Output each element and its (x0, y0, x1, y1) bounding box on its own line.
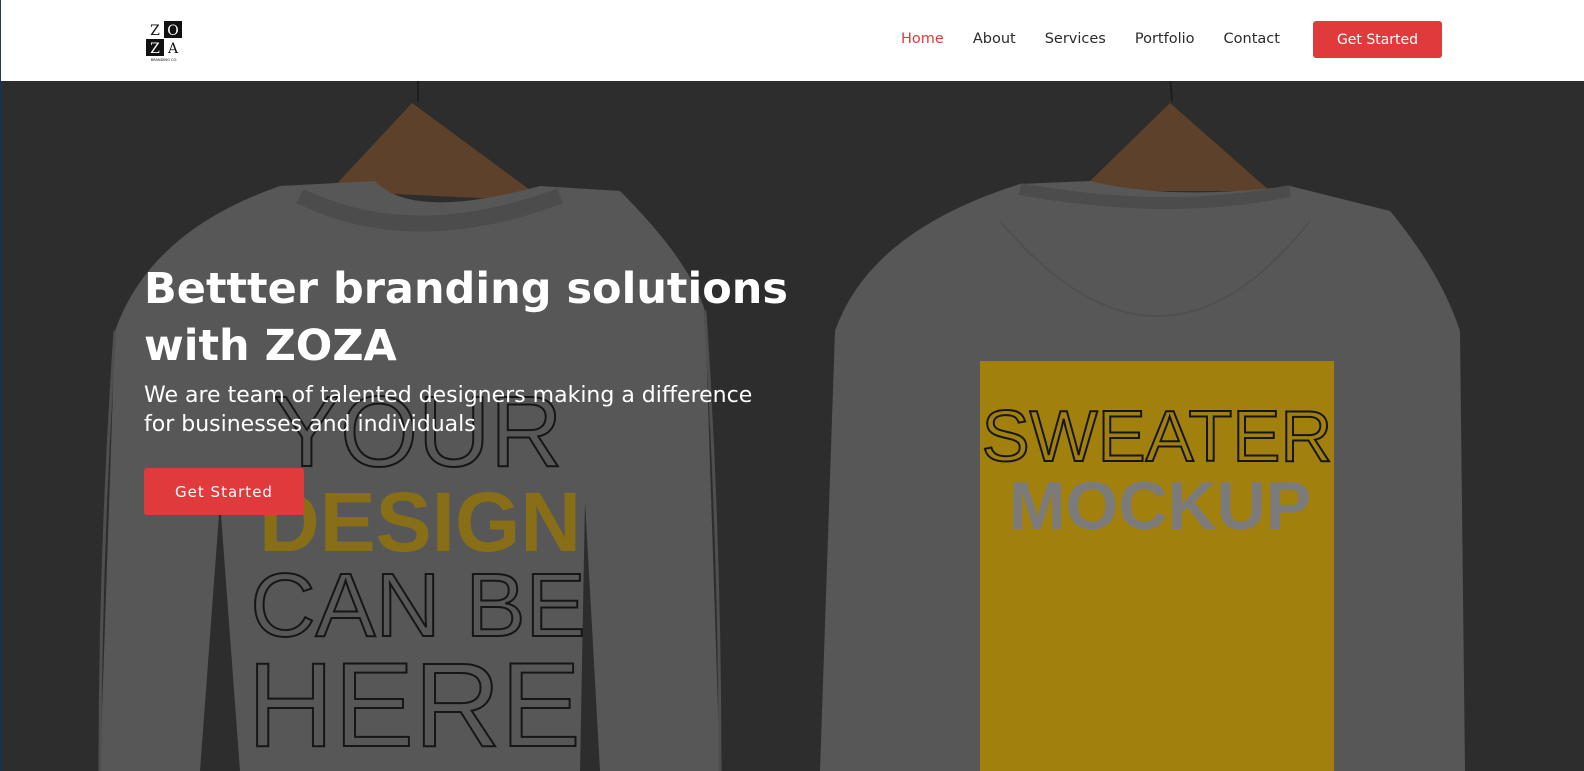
nav-get-started-button[interactable]: Get Started (1313, 21, 1442, 58)
logo-letter-3: Z (150, 41, 160, 57)
nav-contact[interactable]: Contact (1224, 29, 1280, 49)
logo-letter-2: O (167, 23, 178, 39)
main-nav: Home About Services Portfolio Contact (901, 29, 1309, 49)
hero-section: YOUR DESIGN CAN BE HERE SWEATER MOCKUP B… (0, 81, 1584, 771)
nav-services[interactable]: Services (1045, 29, 1106, 49)
navbar: Z O Z A BRANDING CO. Home About Services… (0, 0, 1584, 81)
nav-portfolio[interactable]: Portfolio (1135, 29, 1195, 49)
hero-get-started-button[interactable]: Get Started (144, 468, 304, 515)
logo-letter-1: Z (150, 23, 160, 39)
logo-letter-4: A (167, 41, 179, 57)
zoza-logo[interactable]: Z O Z A BRANDING CO. (145, 20, 183, 62)
hero-subtitle: We are team of talented designers making… (144, 383, 753, 437)
nav-about[interactable]: About (973, 29, 1016, 49)
hero-title: Bettter branding solutions with ZOZA (144, 264, 788, 371)
nav-home[interactable]: Home (901, 29, 944, 49)
logo-tagline: BRANDING CO. (151, 58, 178, 62)
